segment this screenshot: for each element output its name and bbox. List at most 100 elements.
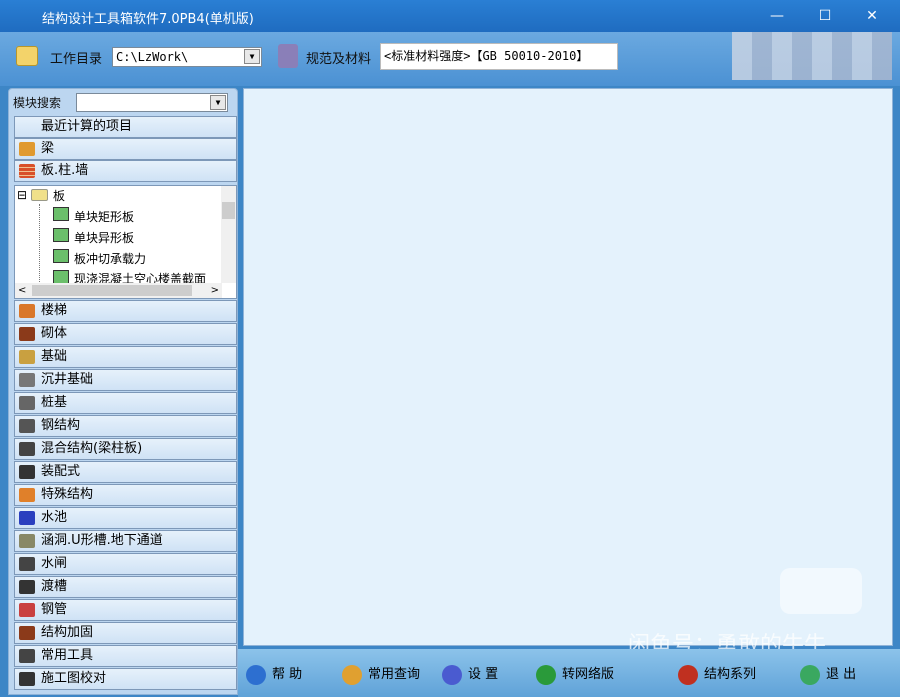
toolbar: 工作目录 C:\LzWork\ ▼ 规范及材料 <标准材料强度>【GB 5001… bbox=[0, 32, 900, 86]
prefab-icon bbox=[19, 465, 35, 479]
sidebar-item-label: 基础 bbox=[41, 349, 68, 364]
workdir-select[interactable]: C:\LzWork\ ▼ bbox=[112, 47, 262, 67]
sidebar-item-label: 施工图校对 bbox=[41, 671, 107, 686]
tree-node[interactable]: 单块异形板 bbox=[74, 229, 134, 246]
sidebar-item-label: 涵洞.U形槽.地下通道 bbox=[41, 533, 163, 548]
sidebar-item[interactable]: 装配式 bbox=[14, 461, 237, 483]
collapse-icon[interactable]: ⊟ bbox=[17, 188, 27, 202]
globe-icon bbox=[536, 664, 556, 685]
beam-icon bbox=[19, 142, 35, 156]
sidebar-item[interactable]: 特殊结构 bbox=[14, 484, 237, 506]
steel-icon bbox=[19, 419, 35, 433]
sidebar-item-label: 板.柱.墙 bbox=[41, 163, 89, 178]
chevron-down-icon[interactable]: ▼ bbox=[244, 49, 260, 64]
sidebar-item[interactable]: 基础 bbox=[14, 346, 237, 368]
tools-icon bbox=[19, 649, 35, 663]
chevron-down-icon[interactable]: ▼ bbox=[210, 95, 226, 110]
sidebar-item[interactable]: 钢结构 bbox=[14, 415, 237, 437]
sidebar-item-label: 混合结构(梁柱板) bbox=[41, 441, 143, 456]
title-bar: 结构设计工具箱软件7.0PB4(单机版) — ☐ ✕ bbox=[0, 0, 900, 32]
bottom-button[interactable]: 结构系列 bbox=[678, 663, 756, 685]
tree-line bbox=[39, 204, 40, 284]
sidebar-item[interactable]: 楼梯 bbox=[14, 300, 237, 322]
slab-tree: ⊟ 板 单块矩形板 单块异形板 板冲切承载力 现浇混凝土空心楼盖截面 < > bbox=[14, 185, 237, 299]
window-title: 结构设计工具箱软件7.0PB4(单机版) bbox=[42, 12, 254, 27]
brick-wall-icon bbox=[19, 164, 35, 178]
bottom-toolbar: 帮 助 常用查询 设 置 转网络版 结构系列 退 出 bbox=[238, 649, 900, 697]
code-book-icon bbox=[278, 44, 298, 68]
vertical-scrollbar[interactable] bbox=[221, 186, 236, 283]
module-sidebar: 模块搜索 ▼ 最近计算的项目 梁 板.柱.墙 ⊟ 板 单块矩形板 单块异形板 板… bbox=[8, 88, 238, 695]
slab-calc-icon bbox=[53, 207, 69, 221]
horizontal-scrollbar[interactable]: < > bbox=[15, 283, 222, 298]
gear-icon bbox=[442, 664, 462, 685]
sidebar-item-label: 结构加固 bbox=[41, 625, 94, 640]
sidebar-item-beam[interactable]: 梁 bbox=[14, 138, 237, 160]
sidebar-item[interactable]: 钢管 bbox=[14, 599, 237, 621]
workdir-value: C:\LzWork\ bbox=[116, 50, 189, 64]
maximize-button[interactable]: ☐ bbox=[810, 5, 840, 27]
bottom-button[interactable]: 设 置 bbox=[442, 663, 498, 685]
tree-node-slab[interactable]: 板 bbox=[53, 187, 65, 204]
sidebar-item[interactable]: 混合结构(梁柱板) bbox=[14, 438, 237, 460]
bottom-button[interactable]: 帮 助 bbox=[246, 663, 302, 685]
reinforce-icon bbox=[19, 626, 35, 640]
module-search-input[interactable]: ▼ bbox=[76, 93, 228, 112]
slab-calc-icon bbox=[53, 249, 69, 263]
sidebar-item[interactable]: 水池 bbox=[14, 507, 237, 529]
tree-node[interactable]: 现浇混凝土空心楼盖截面 bbox=[74, 270, 214, 284]
sidebar-item-recent[interactable]: 最近计算的项目 bbox=[14, 116, 237, 138]
bottom-button[interactable]: 退 出 bbox=[800, 663, 856, 685]
bottom-button-label: 结构系列 bbox=[704, 667, 757, 682]
bottom-button[interactable]: 转网络版 bbox=[536, 663, 614, 685]
tree-node[interactable]: 单块矩形板 bbox=[74, 208, 134, 225]
bottom-button-label: 退 出 bbox=[826, 667, 857, 682]
code-label: 规范及材料 bbox=[306, 52, 372, 67]
drawing-check-icon bbox=[19, 672, 35, 686]
watermark-logo bbox=[780, 568, 862, 614]
sidebar-item[interactable]: 施工图校对 bbox=[14, 668, 237, 690]
culvert-icon bbox=[19, 534, 35, 548]
sidebar-item-slab-column-wall[interactable]: 板.柱.墙 bbox=[14, 160, 237, 182]
sluice-icon bbox=[19, 557, 35, 571]
exit-door-icon bbox=[800, 664, 820, 685]
code-field[interactable]: <标准材料强度>【GB 50010-2010】 bbox=[380, 43, 618, 70]
special-icon bbox=[19, 488, 35, 502]
caisson-icon bbox=[19, 373, 35, 387]
sidebar-item[interactable]: 沉井基础 bbox=[14, 369, 237, 391]
sidebar-item-label: 沉井基础 bbox=[41, 372, 94, 387]
steel-pipe-icon bbox=[19, 603, 35, 617]
stairs-icon bbox=[19, 304, 35, 318]
sidebar-item-label: 水池 bbox=[41, 510, 68, 525]
sidebar-item[interactable]: 渡槽 bbox=[14, 576, 237, 598]
sidebar-item-label: 装配式 bbox=[41, 464, 81, 479]
sidebar-item[interactable]: 涵洞.U形槽.地下通道 bbox=[14, 530, 237, 552]
folder-icon bbox=[31, 189, 48, 201]
sidebar-item-label: 砌体 bbox=[41, 326, 68, 341]
sidebar-item-label: 渡槽 bbox=[41, 579, 68, 594]
module-search-label: 模块搜索 bbox=[13, 96, 62, 110]
sidebar-item-label: 楼梯 bbox=[41, 303, 68, 318]
close-button[interactable]: ✕ bbox=[857, 5, 887, 27]
sidebar-item-label: 钢结构 bbox=[41, 418, 81, 433]
sidebar-item[interactable]: 结构加固 bbox=[14, 622, 237, 644]
bottom-button[interactable]: 常用查询 bbox=[342, 663, 420, 685]
tree-node[interactable]: 板冲切承载力 bbox=[74, 250, 146, 267]
sidebar-item-label: 桩基 bbox=[41, 395, 68, 410]
sidebar-item[interactable]: 水闸 bbox=[14, 553, 237, 575]
sidebar-item[interactable]: 常用工具 bbox=[14, 645, 237, 667]
bottom-button-label: 设 置 bbox=[468, 667, 499, 682]
sidebar-item[interactable]: 砌体 bbox=[14, 323, 237, 345]
wrench-icon bbox=[342, 664, 362, 685]
pool-icon bbox=[19, 511, 35, 525]
sidebar-item-label: 常用工具 bbox=[41, 648, 94, 663]
help-icon bbox=[246, 664, 266, 685]
composite-icon bbox=[19, 442, 35, 456]
sidebar-item[interactable]: 桩基 bbox=[14, 392, 237, 414]
bottom-button-label: 帮 助 bbox=[272, 667, 303, 682]
sidebar-item-label: 最近计算的项目 bbox=[41, 119, 133, 134]
user-avatar-blurred bbox=[732, 32, 892, 80]
bottom-button-label: 常用查询 bbox=[368, 667, 421, 682]
minimize-button[interactable]: — bbox=[762, 5, 792, 27]
main-workspace bbox=[243, 88, 893, 646]
